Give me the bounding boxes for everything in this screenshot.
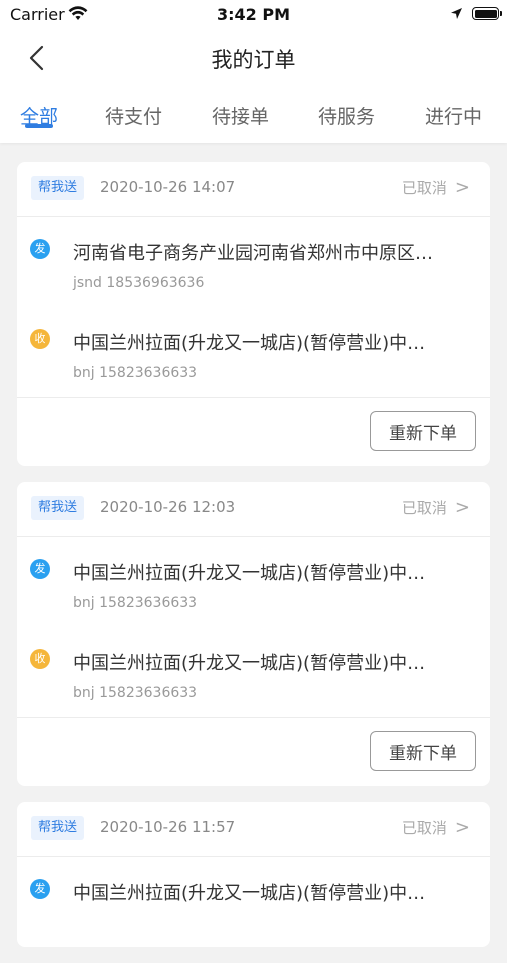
receiver-badge: 收	[30, 329, 50, 349]
tab-pending-accept[interactable]: 待接单	[212, 102, 269, 129]
service-tag: 帮我送	[31, 496, 85, 520]
order-datetime: 2020-10-26 11:57	[100, 818, 236, 836]
order-tabs: 全部 待支付 待接单 待服务 进行中	[0, 88, 507, 143]
sender-badge: 发	[30, 559, 50, 579]
chevron-right-icon: >	[454, 497, 470, 518]
tab-pending-service[interactable]: 待服务	[318, 102, 375, 129]
sender-contact: bnj 15823636633	[73, 595, 198, 611]
order-card-header: 帮我送 2020-10-26 14:07 已取消 >	[17, 162, 490, 217]
reorder-button[interactable]: 重新下单	[370, 411, 476, 451]
service-tag: 帮我送	[31, 816, 85, 840]
order-card-footer: 重新下单	[17, 717, 490, 786]
order-card[interactable]: 帮我送 2020-10-26 11:57 已取消 > 发 中国兰州拉面(升龙又一城…	[17, 802, 490, 947]
order-datetime: 2020-10-26 14:07	[100, 178, 236, 196]
tab-in-progress[interactable]: 进行中	[425, 102, 482, 129]
order-status[interactable]: 已取消 >	[402, 177, 470, 198]
order-status-label: 已取消	[401, 179, 447, 197]
sender-address: 发 中国兰州拉面(升龙又一城店)(暂停营业)中… bnj 15823636633	[17, 537, 490, 627]
service-tag: 帮我送	[31, 176, 85, 200]
receiver-address-text: 中国兰州拉面(升龙又一城店)(暂停营业)中…	[73, 653, 426, 674]
sender-contact: jsnd 18536963636	[73, 275, 205, 291]
order-status[interactable]: 已取消 >	[402, 817, 470, 838]
status-bar: Carrier 3:42 PM	[0, 0, 507, 30]
nav-bar: 我的订单	[0, 30, 507, 86]
order-datetime: 2020-10-26 12:03	[100, 498, 236, 516]
sender-badge: 发	[30, 879, 50, 899]
receiver-contact: bnj 15823636633	[73, 685, 198, 701]
order-card-footer: 重新下单	[17, 397, 490, 466]
receiver-contact: bnj 15823636633	[73, 365, 198, 381]
order-status-label: 已取消	[401, 819, 447, 837]
chevron-right-icon: >	[454, 177, 470, 198]
chevron-right-icon: >	[454, 817, 470, 838]
receiver-address: 收 中国兰州拉面(升龙又一城店)(暂停营业)中… bnj 15823636633	[17, 307, 490, 397]
location-arrow-icon	[451, 8, 462, 19]
order-card[interactable]: 帮我送 2020-10-26 12:03 已取消 > 发 中国兰州拉面(升龙又一城…	[17, 482, 490, 786]
sender-address: 发 中国兰州拉面(升龙又一城店)(暂停营业)中…	[17, 857, 490, 947]
battery-icon	[472, 7, 502, 20]
header: Carrier 3:42 PM 我的订单 全部 待支付 待接单 待服务 进行中	[0, 0, 507, 143]
order-status[interactable]: 已取消 >	[402, 497, 470, 518]
receiver-address: 收 中国兰州拉面(升龙又一城店)(暂停营业)中… bnj 15823636633	[17, 627, 490, 717]
sender-badge: 发	[30, 239, 50, 259]
order-card-header: 帮我送 2020-10-26 12:03 已取消 >	[17, 482, 490, 537]
order-card[interactable]: 帮我送 2020-10-26 14:07 已取消 > 发 河南省电子商务产业园河南…	[17, 162, 490, 466]
order-status-label: 已取消	[401, 499, 447, 517]
clock: 3:42 PM	[216, 5, 290, 24]
sender-address-text: 中国兰州拉面(升龙又一城店)(暂停营业)中…	[73, 883, 426, 904]
active-tab-indicator	[25, 124, 53, 128]
sender-address: 发 河南省电子商务产业园河南省郑州市中原区… jsnd 18536963636	[17, 217, 490, 307]
sender-address-text: 河南省电子商务产业园河南省郑州市中原区…	[73, 243, 433, 264]
tab-pending-payment[interactable]: 待支付	[105, 102, 162, 129]
receiver-address-text: 中国兰州拉面(升龙又一城店)(暂停营业)中…	[73, 333, 426, 354]
page-title: 我的订单	[211, 48, 296, 72]
order-card-header: 帮我送 2020-10-26 11:57 已取消 >	[17, 802, 490, 857]
reorder-button[interactable]: 重新下单	[370, 731, 476, 771]
sender-address-text: 中国兰州拉面(升龙又一城店)(暂停营业)中…	[73, 563, 426, 584]
order-list: 帮我送 2020-10-26 14:07 已取消 > 发 河南省电子商务产业园河南…	[17, 162, 490, 963]
receiver-badge: 收	[30, 649, 50, 669]
